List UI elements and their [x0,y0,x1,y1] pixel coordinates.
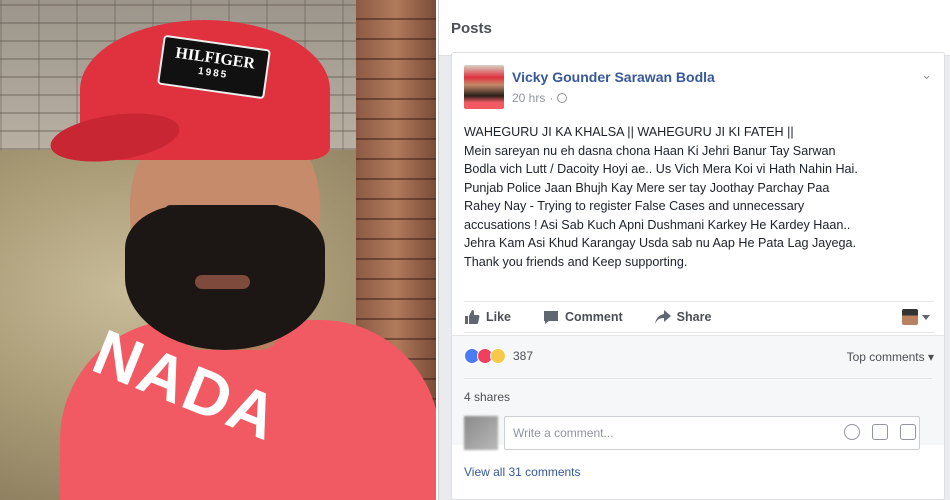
sticker-icon[interactable] [900,424,916,440]
comment-composer [464,414,932,450]
share-button[interactable]: Share [654,309,712,325]
post-actions: Like Comment Share [464,301,934,333]
shares-count[interactable]: 4 shares [464,390,510,404]
page-title: Posts [451,20,492,37]
user-mini-avatar [902,309,918,325]
comment-icon [544,311,559,324]
person-selfie: NADA HILFIGER 1985 [47,20,436,500]
reaction-summary[interactable]: 387 [464,348,533,364]
facebook-posts-panel: Posts Vicky Gounder Sarawan Bodla 20 hrs… [438,0,950,500]
globe-icon [557,93,568,103]
author-avatar[interactable] [464,65,504,109]
comment-label: Comment [565,310,623,324]
caret-down-icon [922,314,930,320]
share-arrow-icon [654,310,671,324]
top-comments-label: Top comments [846,350,925,364]
like-button[interactable]: Like [464,309,511,325]
view-all-comments-link[interactable]: View all 31 comments [464,465,581,479]
commenter-avatar [464,416,498,450]
posts-header: Posts [439,0,950,56]
caret-down-icon: ▾ [927,350,934,364]
reaction-as-selector[interactable] [902,309,930,325]
post-body: WAHEGURU JI KA KHALSA || WAHEGURU JI KI … [464,125,858,269]
top-comments-dropdown[interactable]: Top comments ▾ [847,350,934,364]
author-name[interactable]: Vicky Gounder Sarawan Bodla [512,69,715,85]
mouth [195,275,250,289]
reactions-and-comments: 387 Top comments ▾ 4 shares [452,335,944,450]
comment-button[interactable]: Comment [543,309,623,325]
camera-icon[interactable] [872,424,888,440]
reaction-count: 387 [513,349,534,363]
thumbs-up-icon [465,310,480,324]
post-time[interactable]: 20 hrs [512,91,545,105]
comment-tools [844,424,916,440]
post-meta: 20 hrs · [512,91,568,105]
emoji-icon[interactable] [844,424,860,440]
chevron-down-icon[interactable]: ⌄ [921,67,932,83]
post-card: Vicky Gounder Sarawan Bodla 20 hrs · ⌄ W… [451,52,945,500]
haha-reaction-icon [490,348,506,364]
divider [464,378,932,379]
share-label: Share [676,310,712,324]
profile-photo: NADA HILFIGER 1985 [0,0,436,500]
like-label: Like [486,310,512,324]
